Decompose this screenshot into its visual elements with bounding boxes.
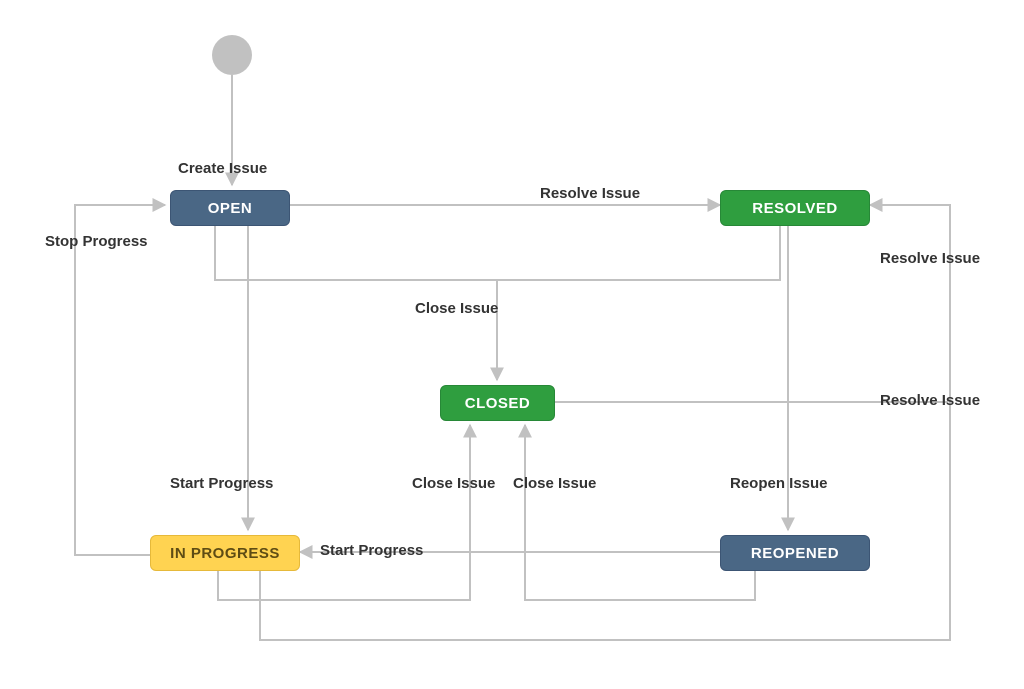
edge-label-reopen-issue: Reopen Issue xyxy=(730,475,828,492)
workflow-diagram: OPEN RESOLVED CLOSED IN PROGRESS REOPENE… xyxy=(0,0,1024,689)
state-resolved: RESOLVED xyxy=(720,190,870,226)
edge-label-resolve-open: Resolve Issue xyxy=(540,185,640,202)
state-in-progress: IN PROGRESS xyxy=(150,535,300,571)
edge-label-close-reopened: Close Issue xyxy=(513,475,596,492)
edge-label-close-open-resolved: Close Issue xyxy=(415,300,498,317)
edge-label-start-progress-reopened: Start Progress xyxy=(320,542,423,559)
edge-label-create-issue: Create Issue xyxy=(178,160,267,177)
start-node xyxy=(212,35,252,75)
edge-label-start-progress-open: Start Progress xyxy=(170,475,273,492)
edge-label-stop-progress: Stop Progress xyxy=(45,233,148,250)
edge-label-close-inprogress: Close Issue xyxy=(412,475,495,492)
edge-label-resolve-reopened: Resolve Issue xyxy=(880,392,980,409)
state-closed: CLOSED xyxy=(440,385,555,421)
edges-layer xyxy=(0,0,1024,689)
state-reopened: REOPENED xyxy=(720,535,870,571)
state-open: OPEN xyxy=(170,190,290,226)
edge-label-resolve-inprogress: Resolve Issue xyxy=(880,250,980,267)
